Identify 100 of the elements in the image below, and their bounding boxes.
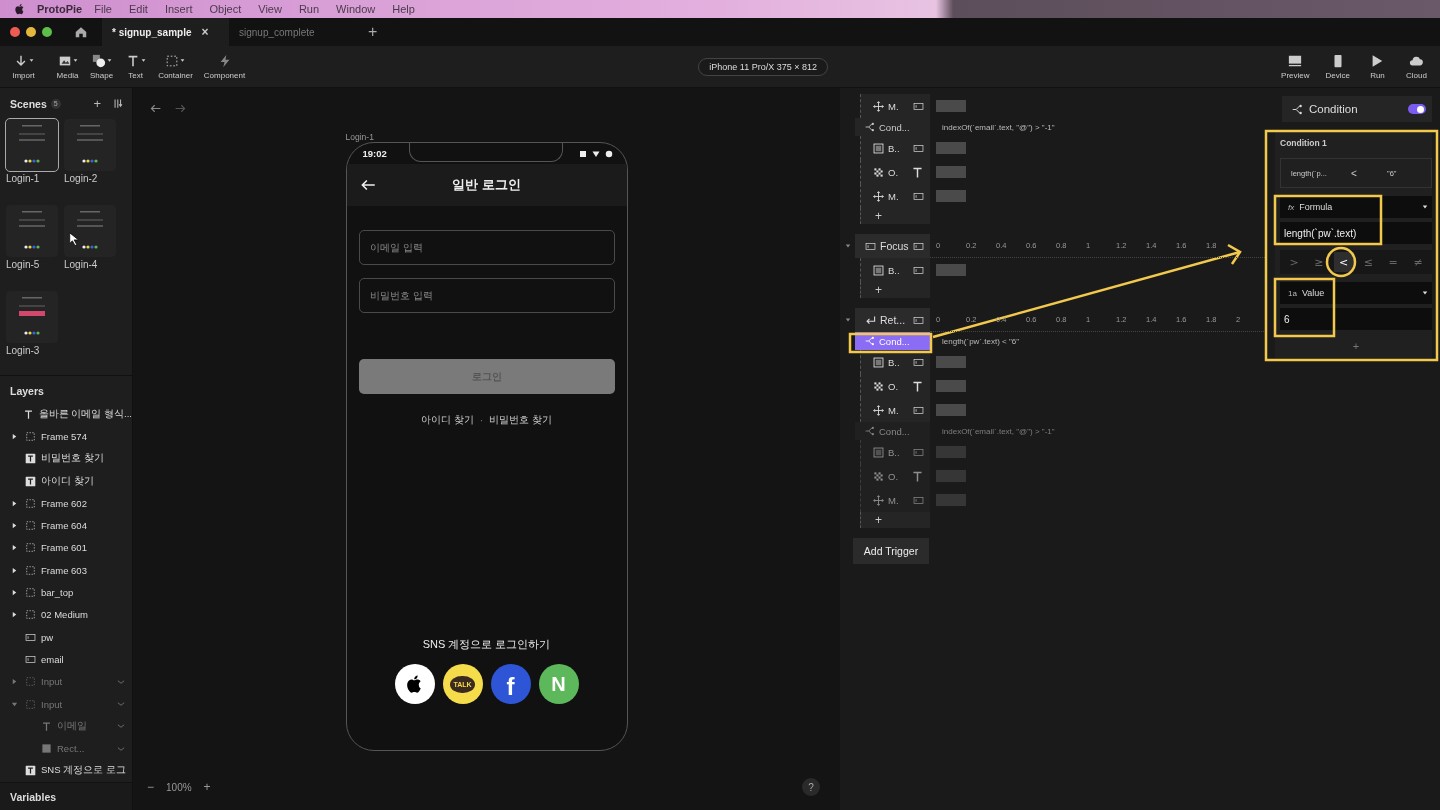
- add-response-button[interactable]: +: [875, 209, 882, 223]
- value-field[interactable]: 6: [1280, 308, 1432, 330]
- response-item[interactable]: B..: [860, 258, 930, 282]
- sort-icon[interactable]: [113, 98, 124, 109]
- caret-down-icon[interactable]: [844, 317, 851, 323]
- help-button[interactable]: ?: [802, 778, 820, 796]
- layer-item[interactable]: Frame 603: [0, 559, 132, 582]
- timeline-bar: [936, 470, 966, 482]
- layer-item[interactable]: bar_top: [0, 581, 132, 604]
- toolbar-button[interactable]: Media: [52, 53, 83, 80]
- dashed-frame-icon: [165, 53, 180, 68]
- toggle-switch[interactable]: [1408, 104, 1426, 114]
- device-selector[interactable]: iPhone 11 Pro/X 375 × 812: [698, 57, 828, 76]
- toolbar-button[interactable]: Import: [8, 53, 39, 80]
- layer-item[interactable]: 아이디 찾기: [0, 469, 132, 493]
- text-link[interactable]: 아이디 찾기: [421, 413, 474, 427]
- toolbar-button[interactable]: Cloud: [1401, 53, 1432, 80]
- menu-item[interactable]: Edit: [128, 3, 148, 15]
- scene-item[interactable]: Login-4: [64, 205, 116, 283]
- response-item[interactable]: O.: [860, 374, 930, 398]
- menu-item[interactable]: Help: [392, 3, 415, 15]
- move-icon: [873, 404, 884, 416]
- response-item[interactable]: M.: [860, 184, 930, 208]
- timeline-bar: [936, 356, 966, 368]
- layer-item[interactable]: pw: [0, 625, 132, 649]
- maximize-window-button[interactable]: [42, 27, 52, 37]
- minimize-window-button[interactable]: [26, 27, 36, 37]
- toolbar-button[interactable]: Preview: [1277, 53, 1314, 80]
- forward-arrow-icon[interactable]: [174, 102, 187, 115]
- input-field[interactable]: 이메일 입력: [358, 230, 615, 265]
- social-login-button[interactable]: f: [490, 664, 531, 704]
- layer-item[interactable]: Rect...: [0, 737, 132, 760]
- layer-item[interactable]: Frame 602: [0, 492, 132, 515]
- response-item[interactable]: M.: [860, 398, 930, 422]
- operator-button[interactable]: <: [1333, 252, 1354, 272]
- cursor-icon: [68, 232, 82, 246]
- menu-item[interactable]: Run: [298, 3, 320, 15]
- scene-item[interactable]: Login-5: [6, 205, 58, 283]
- scene-item[interactable]: Login-1: [6, 119, 58, 197]
- toolbar-button[interactable]: Device: [1321, 53, 1354, 80]
- monitor-icon: [1288, 53, 1303, 68]
- add-scene-button[interactable]: +: [93, 96, 101, 111]
- menu-item[interactable]: Window: [336, 3, 376, 15]
- menu-item[interactable]: View: [258, 3, 282, 15]
- dashed-frame-icon: [25, 497, 36, 509]
- toolbar-button[interactable]: Component: [199, 53, 250, 80]
- layer-item[interactable]: Frame 574: [0, 425, 132, 448]
- add-response-button[interactable]: +: [875, 283, 882, 297]
- layer-item[interactable]: Input: [0, 692, 132, 716]
- layer-item[interactable]: Frame 601: [0, 536, 132, 560]
- layer-item[interactable]: SNS 계정으로 로그: [0, 759, 132, 782]
- menu-item[interactable]: Insert: [164, 3, 193, 15]
- layer-item[interactable]: 올바른 이메일 형식...: [0, 403, 132, 426]
- layer-item[interactable]: email: [0, 648, 132, 671]
- response-item[interactable]: B..: [860, 136, 930, 160]
- add-trigger-button[interactable]: Add Trigger: [853, 538, 929, 564]
- toolbar-button[interactable]: Run: [1362, 53, 1393, 80]
- home-icon[interactable]: [74, 25, 88, 39]
- layer-item[interactable]: 이메일: [0, 715, 132, 738]
- trigger-item[interactable]: Focus: [855, 234, 930, 258]
- layer-item[interactable]: Input: [0, 670, 132, 693]
- trigger-item[interactable]: Ret...: [855, 308, 930, 332]
- source-dropdown[interactable]: fx Formula: [1280, 196, 1432, 218]
- add-response-button[interactable]: +: [875, 513, 882, 527]
- input-icon: [865, 240, 876, 252]
- scene-label: Login-1: [345, 132, 375, 142]
- layer-item[interactable]: Frame 604: [0, 514, 132, 537]
- add-condition-button[interactable]: +: [1280, 340, 1432, 352]
- input-icon: [913, 100, 924, 112]
- close-tab-button[interactable]: ×: [201, 25, 209, 39]
- text-icon: [41, 720, 52, 732]
- text-icon: [911, 469, 924, 483]
- caret-down-icon[interactable]: [844, 243, 851, 249]
- file-tab[interactable]: * signup_sample ×: [102, 18, 229, 46]
- text-link[interactable]: 비밀번호 찾기: [489, 413, 552, 427]
- new-tab-button[interactable]: +: [362, 22, 384, 42]
- input-field[interactable]: 비밀번호 입력: [358, 278, 615, 313]
- menu-item[interactable]: Object: [209, 3, 242, 15]
- response-item[interactable]: O.: [860, 160, 930, 184]
- toolbar-button[interactable]: Text: [120, 53, 152, 80]
- toolbar-button[interactable]: Container: [154, 53, 197, 80]
- formula-icon: fx: [1288, 202, 1295, 212]
- file-tab[interactable]: signup_complete: [229, 18, 356, 46]
- layer-item[interactable]: 02 Medium: [0, 603, 132, 626]
- timeline-bar: [936, 446, 966, 458]
- formula-field[interactable]: length(`pw`.text): [1280, 222, 1432, 244]
- layer-item[interactable]: 비밀번호 찾기: [0, 447, 132, 470]
- response-item[interactable]: B..: [860, 350, 930, 374]
- source-dropdown[interactable]: 1a Value: [1280, 282, 1432, 304]
- close-window-button[interactable]: [10, 27, 20, 37]
- apple-icon: [14, 3, 26, 15]
- toolbar-button[interactable]: Shape: [86, 53, 118, 80]
- response-item[interactable]: M.: [860, 94, 930, 118]
- social-login-button[interactable]: [394, 664, 435, 704]
- zoom-in-button[interactable]: +: [203, 780, 211, 794]
- scene-item[interactable]: Login-3: [6, 291, 58, 369]
- condition-item[interactable]: Cond...: [855, 118, 930, 136]
- menu-item[interactable]: File: [94, 3, 112, 15]
- zoom-out-button[interactable]: −: [147, 780, 154, 794]
- scene-item[interactable]: Login-2: [64, 119, 116, 197]
